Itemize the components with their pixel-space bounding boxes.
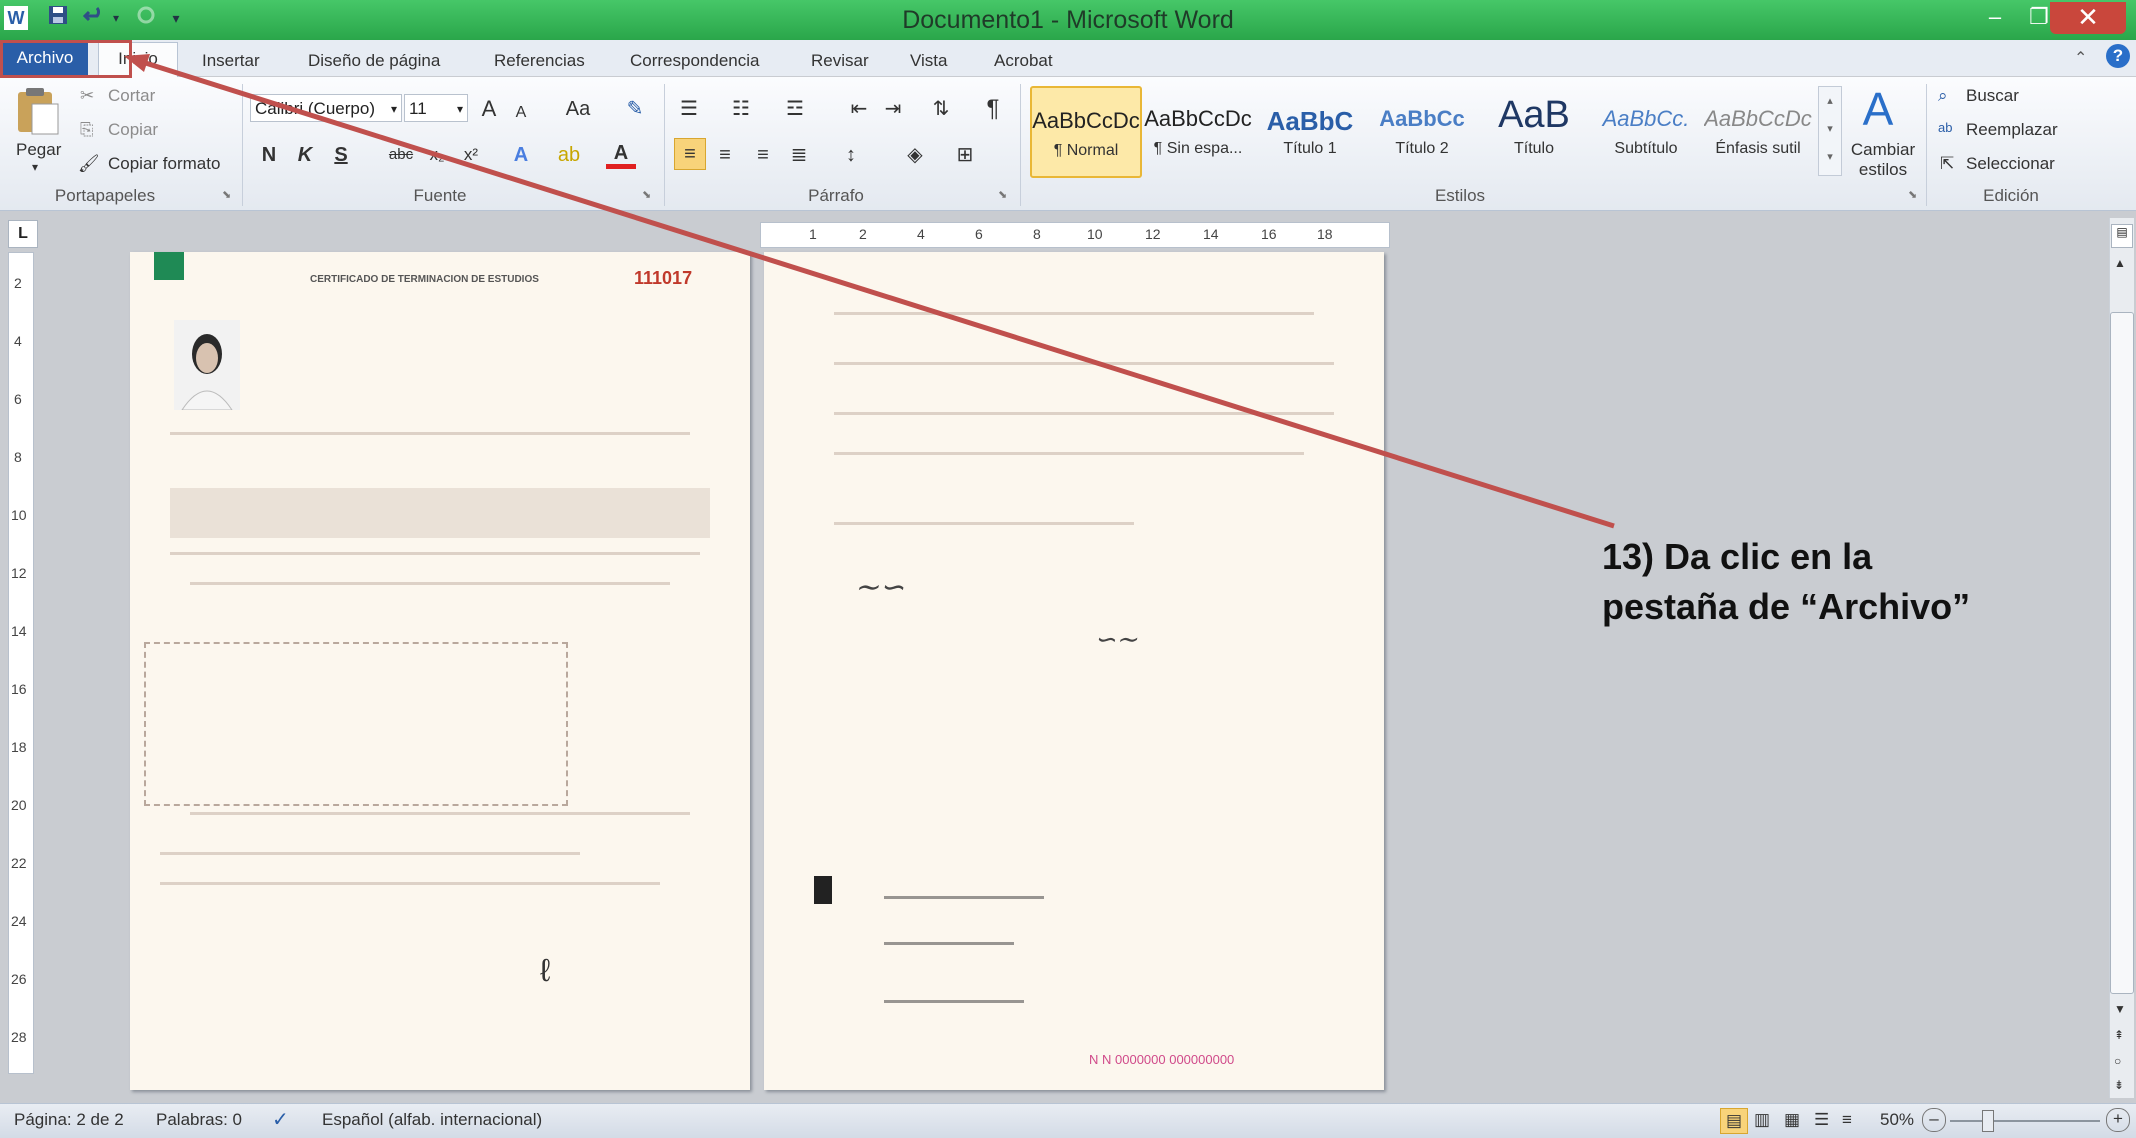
annotation-text: 13) Da clic en la pestaña de “Archivo” [1602, 536, 1971, 627]
